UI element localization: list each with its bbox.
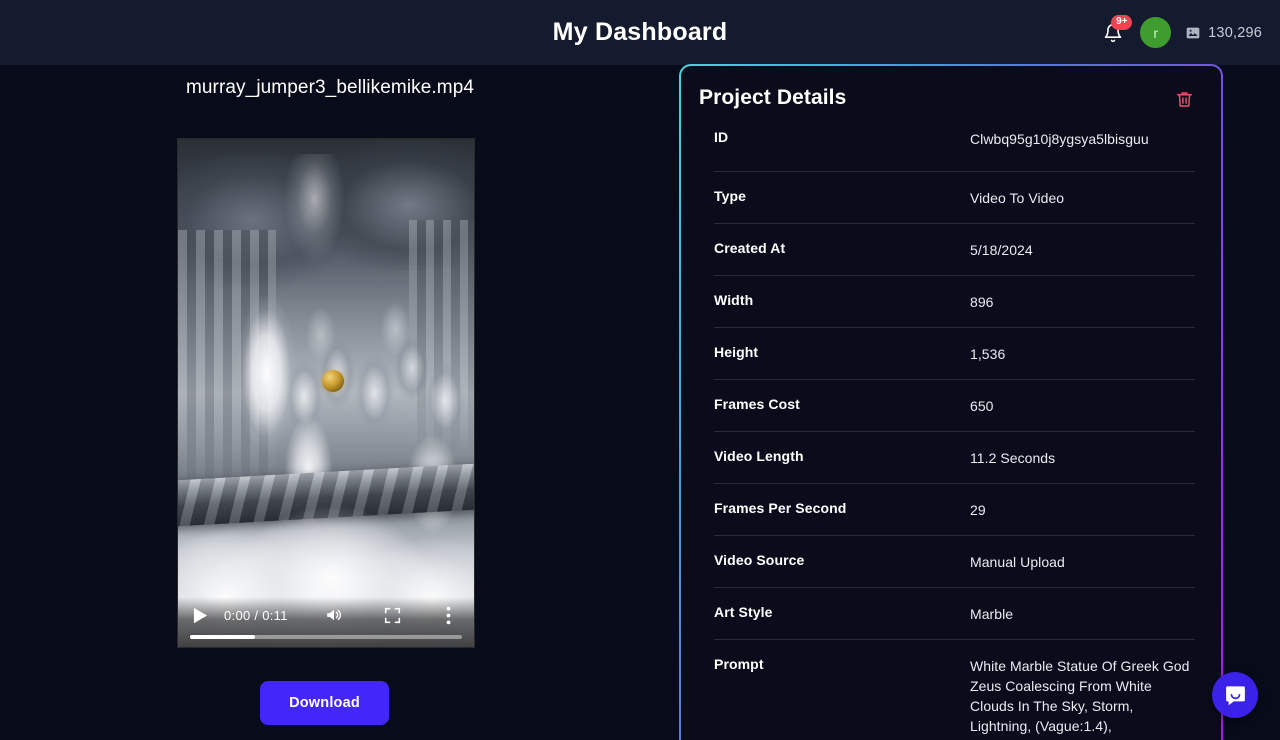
detail-row-value: Video To Video [970,190,1065,206]
more-options-button[interactable] [436,604,460,626]
more-options-icon [446,606,450,624]
detail-row-value: 11.2 Seconds [970,450,1056,466]
video-progress-fill [190,635,256,639]
chat-bubble-icon [1225,685,1245,705]
detail-row-label: Video Source [714,552,805,568]
detail-row: Created At 5/18/2024 [714,223,1195,275]
fullscreen-icon [384,607,400,623]
credits-display: 130,296 [1185,25,1262,41]
volume-button[interactable] [322,604,346,626]
header-actions: 9+ r 130,296 [1100,0,1262,65]
play-icon [193,607,207,623]
video-controls-bar: 0:00 / 0:11 [178,597,474,647]
detail-row-label: Height [714,344,759,360]
notification-badge: 9+ [1111,14,1133,30]
detail-row-label: Art Style [714,604,773,620]
detail-row: Width 896 [714,275,1195,327]
frames-icon [1186,27,1200,38]
detail-row-value: 650 [970,398,994,414]
golden-ball [321,370,344,393]
lightning-glow [281,154,347,266]
video-player[interactable]: 0:00 / 0:11 [178,139,474,647]
detail-row: Video Length 11.2 Seconds [714,431,1195,483]
detail-row-value: Manual Upload [970,554,1065,570]
video-column: murray_jumper3_bellikemike.mp4 0:00 / 0:… [0,65,660,740]
detail-row-label: Frames Per Second [714,500,847,516]
project-details-panel: Project Details ID Clwbq95g10j8ygsya5lbis… [679,64,1223,740]
detail-row-value: Marble [970,606,1014,622]
detail-row-label: Video Length [714,448,804,464]
detail-row-value: Clwbq95g10j8ygsya5lbisguu [970,131,1149,147]
download-button[interactable]: Download [260,681,389,725]
detail-row-label: Created At [714,240,786,256]
detail-row-label: Width [714,292,754,308]
detail-row-value: White Marble Statue Of Greek God Zeus Co… [970,658,1190,740]
detail-row-label: ID [714,129,729,145]
project-details-title: Project Details [699,86,847,109]
detail-row: Frames Cost 650 [714,379,1195,431]
detail-row: Art Style Marble [714,587,1195,639]
detail-row-label: Type [714,188,747,204]
detail-row-value: 29 [970,502,986,518]
detail-row-value: 5/18/2024 [970,242,1033,258]
detail-row-label: Prompt [714,656,764,672]
video-filename: murray_jumper3_bellikemike.mp4 [185,77,475,98]
detail-row: Video Source Manual Upload [714,535,1195,587]
project-details-rows: ID Clwbq95g10j8ygsya5lbisguu Type Video To … [698,127,1195,740]
detail-row: Frames Per Second 29 [714,483,1195,535]
dashboard-page: My Dashboard 9+ r 130,296 murray_jumper3… [0,0,1280,740]
avatar[interactable]: r [1140,17,1172,48]
detail-row: Height 1,536 [714,327,1195,379]
credits-value: 130,296 [1208,24,1262,41]
delete-project-button[interactable] [1173,87,1195,111]
detail-row-value: 896 [970,294,994,310]
app-header: My Dashboard 9+ r 130,296 [0,0,1280,65]
notifications-button[interactable]: 9+ [1100,14,1133,48]
video-progress-bar[interactable] [190,635,462,639]
detail-row-value: 1,536 [970,346,1006,362]
project-details-inner: Project Details ID Clwbq95g10j8ygsya5lbis… [681,66,1221,740]
chat-launcher-button[interactable] [1212,672,1258,718]
detail-row: ID Clwbq95g10j8ygsya5lbisguu [714,127,1195,171]
project-details-header: Project Details [698,86,1195,127]
video-time-display: 0:00 / 0:11 [224,607,288,623]
video-poster-image [178,139,474,647]
detail-row: Type Video To Video [714,171,1195,223]
fullscreen-button[interactable] [380,604,404,626]
trash-icon [1176,91,1192,107]
detail-row-label: Frames Cost [714,396,800,412]
play-button[interactable] [190,605,210,625]
detail-row: Prompt White Marble Statue Of Greek God Z… [714,639,1195,740]
page-title: My Dashboard [552,18,728,46]
volume-icon [327,609,342,621]
